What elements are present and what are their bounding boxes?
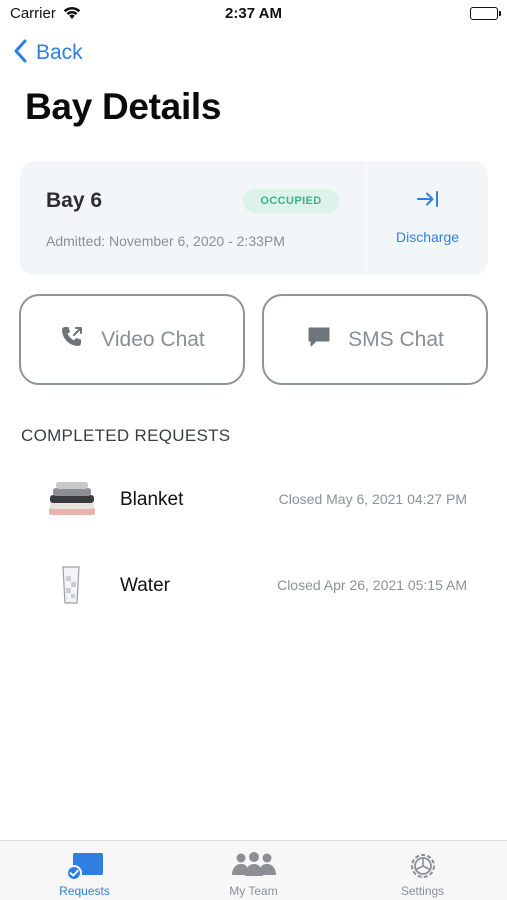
request-name: Blanket: [120, 489, 184, 510]
battery-icon: [470, 7, 498, 20]
back-label: Back: [36, 41, 83, 64]
page-title: Bay Details: [25, 86, 222, 127]
requests-icon: [0, 851, 169, 881]
tab-bar: Requests My Team Settings: [0, 840, 507, 900]
chevron-left-icon: [14, 39, 28, 68]
list-item[interactable]: Blanket Closed May 6, 2021 04:27 PM: [0, 464, 507, 534]
tab-label: Settings: [400, 884, 445, 898]
bay-info: Bay 6 OCCUPIED Admitted: November 6, 202…: [20, 161, 366, 275]
blanket-icon: [44, 478, 100, 520]
sms-chat-label: SMS Chat: [348, 327, 444, 351]
battery-tip: [499, 11, 501, 16]
request-closed-time: Closed Apr 26, 2021 05:15 AM: [277, 577, 467, 593]
status-badge: OCCUPIED: [243, 189, 339, 213]
video-chat-button[interactable]: Video Chat: [19, 294, 245, 385]
tab-my-team[interactable]: My Team: [169, 841, 338, 900]
tab-requests[interactable]: Requests: [0, 841, 169, 900]
tab-settings[interactable]: Settings: [338, 841, 507, 900]
request-name: Water: [120, 575, 170, 596]
discharge-button[interactable]: Discharge: [367, 161, 488, 275]
water-glass-icon: [44, 564, 100, 606]
tab-label: Requests: [59, 884, 110, 898]
back-button[interactable]: Back: [14, 38, 83, 68]
message-bubble-icon: [306, 324, 332, 355]
status-bar: Carrier 2:37 AM: [0, 0, 507, 28]
team-icon: [169, 851, 338, 881]
section-title: COMPLETED REQUESTS: [21, 426, 231, 445]
settings-icon: [338, 851, 507, 881]
tab-label: My Team: [229, 884, 278, 898]
list-item[interactable]: Water Closed Apr 26, 2021 05:15 AM: [0, 550, 507, 620]
bay-name: Bay 6: [46, 189, 103, 212]
discharge-icon: [417, 190, 439, 213]
admitted-text: Admitted: November 6, 2020 - 2:33PM: [46, 233, 285, 249]
sms-chat-button[interactable]: SMS Chat: [262, 294, 488, 385]
video-chat-label: Video Chat: [101, 327, 205, 351]
bay-card: Bay 6 OCCUPIED Admitted: November 6, 202…: [20, 161, 488, 275]
phone-icon: [59, 324, 85, 355]
discharge-label: Discharge: [395, 229, 460, 245]
status-time: 2:37 AM: [225, 5, 282, 22]
request-closed-time: Closed May 6, 2021 04:27 PM: [278, 491, 467, 507]
